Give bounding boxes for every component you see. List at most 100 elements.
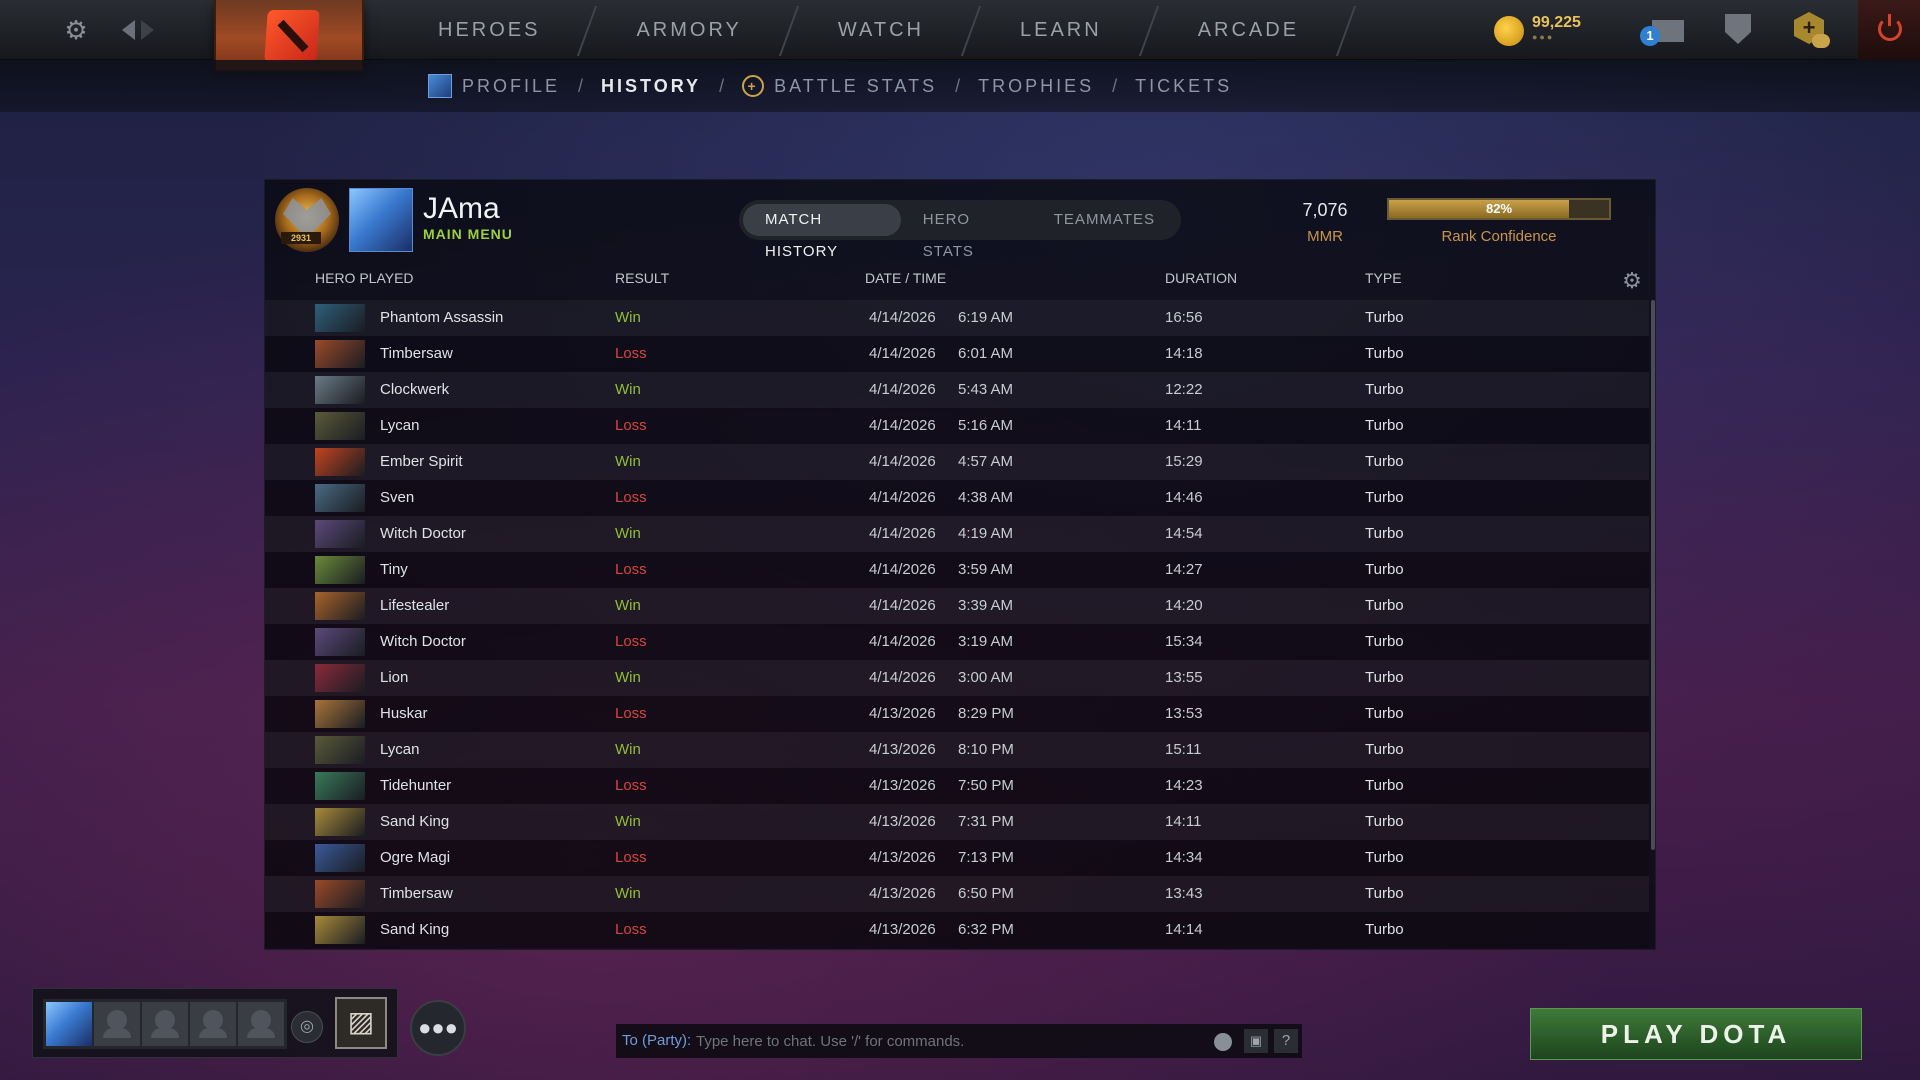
subnav-separator: / (955, 75, 961, 96)
match-duration: 14:34 (1165, 849, 1203, 866)
col-date-time[interactable]: DATE / TIME (865, 270, 946, 286)
match-duration: 13:43 (1165, 885, 1203, 902)
hero-portrait (315, 664, 365, 692)
match-result: Win (615, 669, 641, 686)
match-date: 4/14/2026 (869, 525, 936, 542)
table-row[interactable]: Lion Win 4/14/2026 3:00 AM 13:55 Turbo (265, 660, 1649, 696)
match-date: 4/14/2026 (869, 417, 936, 434)
hero-portrait (315, 340, 365, 368)
col-hero-played[interactable]: HERO PLAYED (315, 270, 414, 286)
match-time: 3:00 AM (958, 669, 1014, 686)
match-date: 4/13/2026 (869, 849, 936, 866)
settings-gear-icon[interactable]: ⚙ (62, 16, 90, 44)
table-row[interactable]: Phantom Assassin Win 4/14/2026 6:19 AM 16:56… (265, 300, 1649, 336)
match-time: 3:59 AM (958, 561, 1014, 578)
table-settings-gear-icon[interactable]: ⚙ (1621, 270, 1643, 292)
table-row[interactable]: Lycan Win 4/13/2026 8:10 PM 15:11 Turbo (265, 732, 1649, 768)
nav-heroes[interactable]: HEROES (390, 0, 588, 60)
chat-input[interactable] (696, 1024, 1176, 1058)
tab-match-history[interactable]: MATCH HISTORY (743, 204, 901, 260)
party-slot-empty[interactable] (238, 1002, 284, 1046)
emoji-icon[interactable] (1214, 1033, 1232, 1051)
chat-wheel-icon[interactable]: ▣ (1244, 1029, 1268, 1053)
table-row[interactable]: Tidehunter Loss 4/13/2026 7:50 PM 14:23 Turbo (265, 768, 1649, 804)
subnav-profile[interactable]: PROFILE (428, 74, 560, 98)
profile-subnav: PROFILE / HISTORY / + BATTLE STATS / TRO… (0, 60, 1920, 112)
exit-button[interactable] (1858, 0, 1920, 60)
table-row[interactable]: Lycan Loss 4/14/2026 5:16 AM 14:11 Turbo (265, 408, 1649, 444)
table-row[interactable]: Timbersaw Win 4/13/2026 6:50 PM 13:43 Turbo (265, 876, 1649, 912)
match-time: 6:50 PM (958, 885, 1014, 902)
nav-arcade[interactable]: ARCADE (1150, 0, 1347, 60)
back-arrow-icon[interactable] (122, 20, 135, 40)
shield-icon (1725, 14, 1751, 44)
table-row[interactable]: Sven Loss 4/14/2026 4:38 AM 14:46 Turbo (265, 480, 1649, 516)
match-time: 6:19 AM (958, 309, 1014, 326)
match-result: Loss (615, 489, 647, 506)
col-result[interactable]: RESULT (615, 270, 669, 286)
rank-confidence-percent: 82% (1485, 201, 1513, 216)
party-slot-empty[interactable] (94, 1002, 140, 1046)
table-row[interactable]: Ogre Magi Loss 4/13/2026 7:13 PM 14:34 Turbo (265, 840, 1649, 876)
match-type: Turbo (1365, 885, 1404, 902)
match-time: 4:57 AM (958, 453, 1014, 470)
table-row[interactable]: Huskar Loss 4/13/2026 8:29 PM 13:53 Turbo (265, 696, 1649, 732)
tab-teammates[interactable]: TEAMMATES (1032, 204, 1177, 236)
shards-currency[interactable]: 99,225 ●●● (1494, 14, 1581, 46)
forward-arrow-icon[interactable] (141, 20, 154, 40)
table-row[interactable]: Timbersaw Loss 4/14/2026 6:01 AM 14:18 Turbo (265, 336, 1649, 372)
match-result: Loss (615, 777, 647, 794)
dota-plus-button[interactable]: + (1794, 12, 1834, 52)
hero-portrait (315, 304, 365, 332)
party-slot-self[interactable] (46, 1002, 92, 1046)
table-row[interactable]: Lifestealer Win 4/14/2026 3:39 AM 14:20 Turbo (265, 588, 1649, 624)
voice-chat-headset-icon[interactable]: ◎ (291, 1011, 323, 1043)
nav-armory[interactable]: ARMORY (588, 0, 789, 60)
shards-amount: 99,225 (1532, 14, 1581, 31)
nav-learn[interactable]: LEARN (972, 0, 1150, 60)
party-slot-empty[interactable] (142, 1002, 188, 1046)
col-duration[interactable]: DURATION (1165, 270, 1237, 286)
battle-pass-level-icon[interactable]: ▨ (335, 997, 387, 1049)
hero-name: Sven (380, 489, 415, 506)
match-result: Win (615, 525, 641, 542)
table-row[interactable]: Sand King Loss 4/13/2026 6:32 PM 14:14 Turbo (265, 912, 1649, 948)
party-panel: ◎ ▨ (32, 988, 398, 1058)
match-duration: 15:34 (1165, 633, 1203, 650)
table-row[interactable]: Clockwerk Win 4/14/2026 5:43 AM 12:22 Turbo (265, 372, 1649, 408)
match-date: 4/14/2026 (869, 453, 936, 470)
match-duration: 12:22 (1165, 381, 1203, 398)
match-date: 4/13/2026 (869, 705, 936, 722)
match-result: Loss (615, 345, 647, 362)
mail-button[interactable]: 1 (1640, 16, 1686, 46)
party-slot-empty[interactable] (190, 1002, 236, 1046)
chat-channel-label[interactable]: To (Party): (622, 1024, 691, 1058)
subnav-tickets[interactable]: TICKETS (1135, 76, 1232, 97)
match-duration: 14:11 (1165, 417, 1202, 434)
col-type[interactable]: TYPE (1365, 270, 1402, 286)
table-row[interactable]: Witch Doctor Win 4/14/2026 4:19 AM 14:54 Turb… (265, 516, 1649, 552)
table-row[interactable]: Witch Doctor Loss 4/14/2026 3:19 AM 15:34 Tur… (265, 624, 1649, 660)
match-duration: 15:11 (1165, 741, 1202, 758)
armory-button[interactable] (1722, 14, 1754, 46)
plus-dot-icon (1812, 34, 1830, 48)
subnav-trophies[interactable]: TROPHIES (978, 76, 1094, 97)
find-party-icon[interactable]: ●●● (410, 1000, 466, 1056)
tab-hero-stats[interactable]: HERO STATS (901, 204, 1032, 260)
table-row[interactable]: Sand King Win 4/13/2026 7:31 PM 14:11 Turbo (265, 804, 1649, 840)
player-avatar[interactable] (349, 188, 413, 252)
scrollbar[interactable] (1651, 300, 1655, 850)
table-row[interactable]: Tiny Loss 4/14/2026 3:59 AM 14:27 Turbo (265, 552, 1649, 588)
table-row[interactable]: Ember Spirit Win 4/14/2026 4:57 AM 15:29 Turb… (265, 444, 1649, 480)
match-duration: 15:29 (1165, 453, 1203, 470)
match-duration: 16:56 (1165, 309, 1203, 326)
match-result: Win (615, 813, 641, 830)
match-time: 4:38 AM (958, 489, 1014, 506)
play-dota-button[interactable]: PLAY DOTA (1530, 1008, 1862, 1060)
match-time: 4:19 AM (958, 525, 1014, 542)
subnav-history[interactable]: HISTORY (601, 76, 701, 97)
hero-name: Clockwerk (380, 381, 450, 398)
subnav-battle-stats[interactable]: + BATTLE STATS (742, 75, 937, 97)
nav-watch[interactable]: WATCH (790, 0, 972, 60)
help-icon[interactable]: ? (1274, 1029, 1298, 1053)
